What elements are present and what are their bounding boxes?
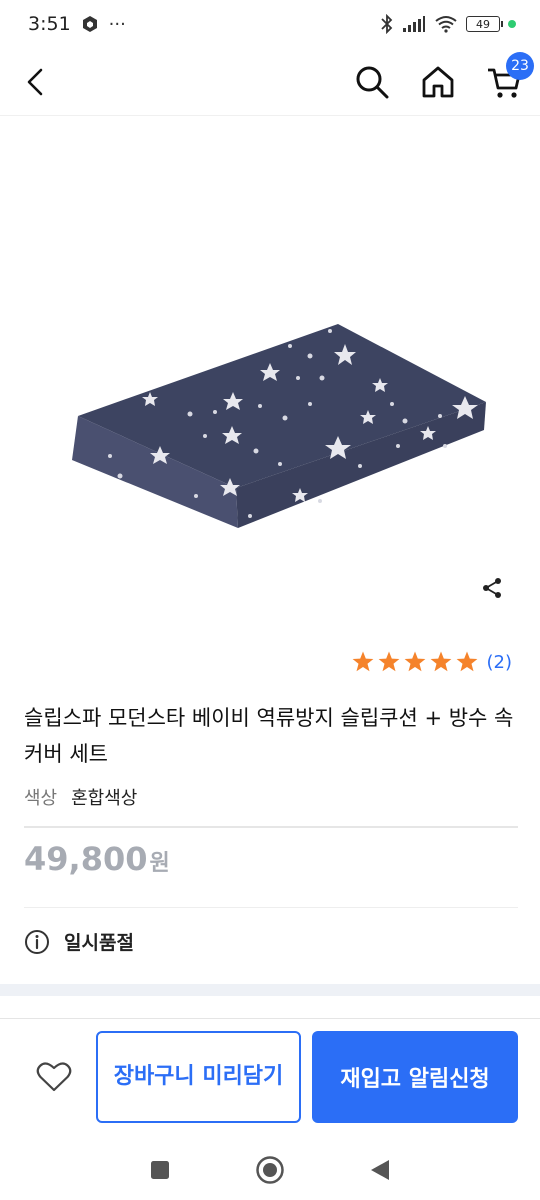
star-icon <box>430 651 451 672</box>
stock-status-label: 일시품절 <box>64 932 134 954</box>
price-unit: 원 <box>149 851 170 876</box>
chevron-left-icon <box>27 68 43 95</box>
star-icon <box>352 651 373 672</box>
more-notifications-icon: ··· <box>108 13 126 35</box>
product-title: 슬립스파 모던스타 베이비 역류방지 슬립쿠션 + 방수 속커버 세트 <box>24 706 514 766</box>
search-button[interactable] <box>350 60 394 104</box>
info-icon <box>25 929 49 954</box>
status-bar: 3:51 ··· 49 <box>0 0 540 48</box>
back-nav-icon[interactable] <box>369 1158 391 1182</box>
bluetooth-icon <box>381 14 393 34</box>
price-amount: 49,800 <box>24 840 148 878</box>
wishlist-button[interactable] <box>34 1057 74 1097</box>
pillow-image <box>72 324 486 528</box>
signal-icon <box>403 16 425 32</box>
back-button[interactable] <box>14 60 58 104</box>
wifi-icon <box>435 16 457 33</box>
product-image[interactable] <box>0 116 540 636</box>
system-nav-bar <box>0 1140 540 1200</box>
divider <box>24 826 518 828</box>
search-icon <box>356 66 389 98</box>
recents-icon[interactable] <box>149 1159 171 1181</box>
battery-icon: 49 <box>466 16 503 32</box>
status-dot <box>508 20 516 28</box>
rating[interactable]: (2) <box>351 650 513 674</box>
status-time: 3:51 <box>28 13 71 35</box>
home-nav-icon[interactable] <box>255 1155 285 1185</box>
add-to-cart-preview-button[interactable]: 장바구니 미리담기 <box>96 1031 301 1123</box>
share-button[interactable] <box>474 570 510 606</box>
divider <box>24 907 518 908</box>
home-button[interactable] <box>416 60 460 104</box>
option-label: 색상 <box>24 788 58 809</box>
star-icon <box>378 651 399 672</box>
star-icon <box>456 651 477 672</box>
cart-count-badge: 23 <box>506 51 534 80</box>
home-icon <box>422 66 454 97</box>
price: 49,800 원 <box>24 840 170 878</box>
restock-notify-button[interactable]: 재입고 알림신청 <box>312 1031 518 1123</box>
app-notification-icon <box>82 16 97 32</box>
option-row: 색상 혼합색상 <box>24 784 137 810</box>
stock-status: 일시품절 <box>24 928 134 955</box>
option-value: 혼합색상 <box>71 788 138 809</box>
star-icon <box>404 651 425 672</box>
bottom-action-bar: 장바구니 미리담기 재입고 알림신청 <box>0 1018 540 1130</box>
section-separator <box>0 984 540 996</box>
battery-level: 49 <box>476 17 490 31</box>
cart-button[interactable]: 23 <box>482 51 534 104</box>
heart-icon <box>36 1062 72 1092</box>
app-header: 23 <box>0 48 540 116</box>
share-icon <box>483 578 501 598</box>
review-count-link[interactable]: (2) <box>487 652 513 673</box>
